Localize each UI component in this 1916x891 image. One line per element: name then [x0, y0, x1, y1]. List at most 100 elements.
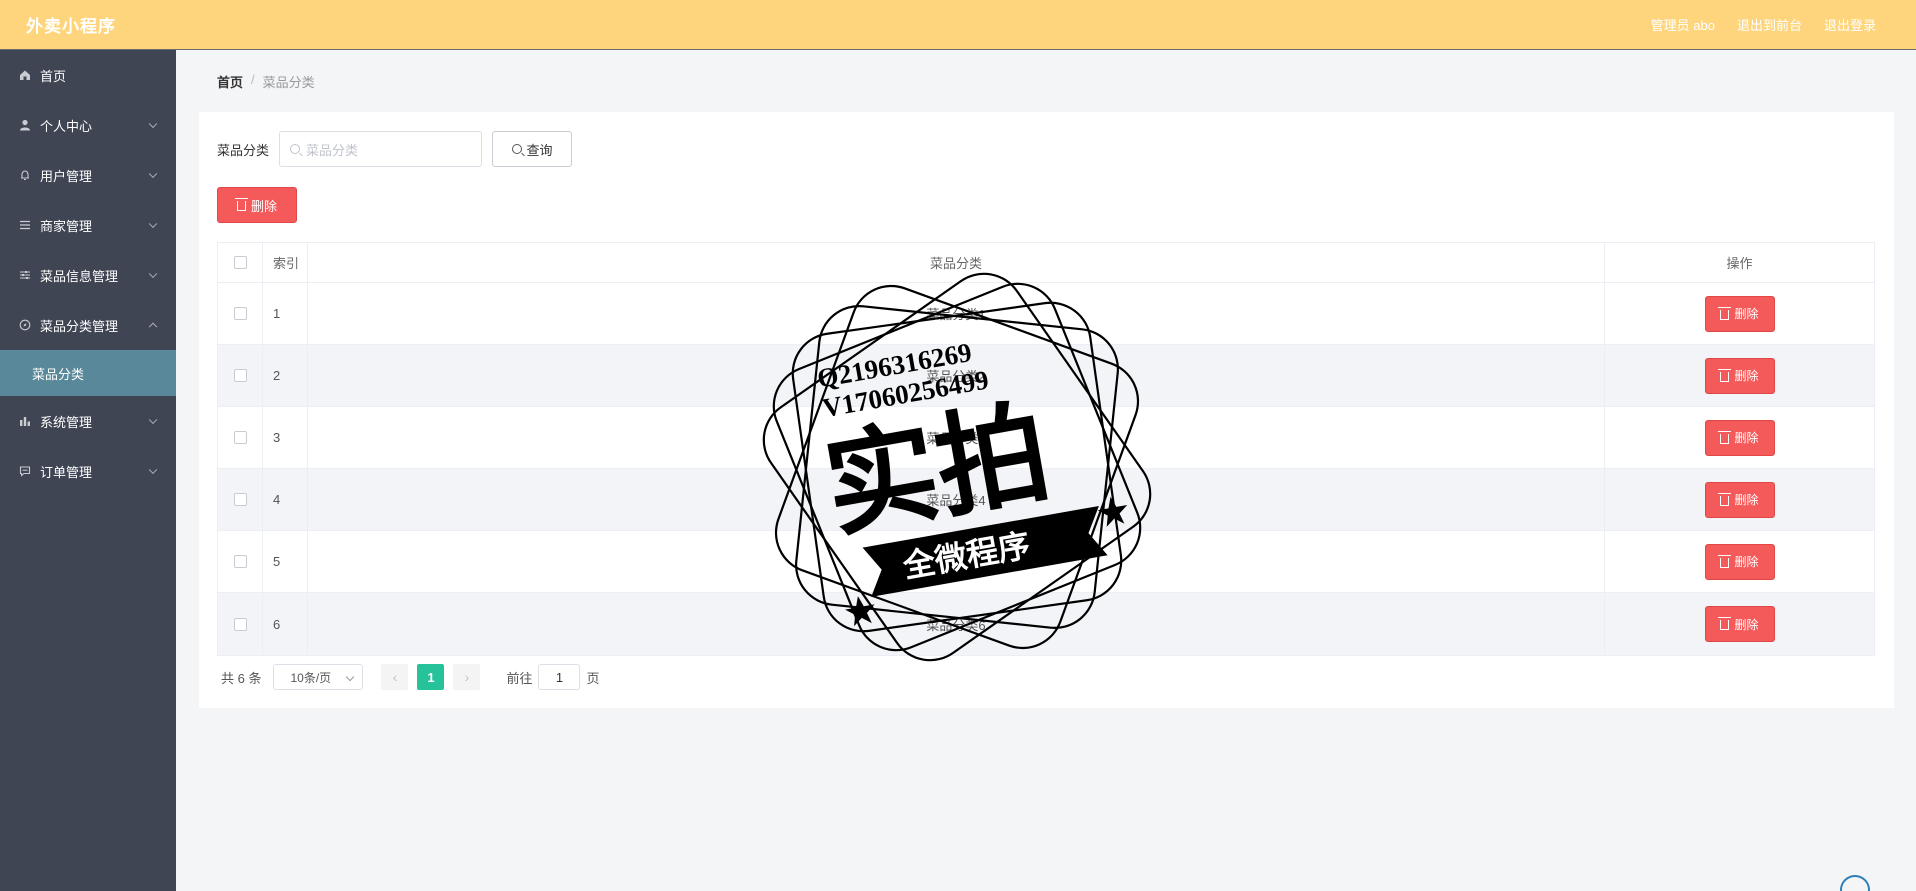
query-button-label: 查询	[526, 142, 553, 158]
search-icon	[290, 144, 301, 154]
row-category-name: 菜品分类3	[308, 407, 1605, 468]
batch-delete-button[interactable]: 删除	[217, 187, 297, 223]
row-index: 5	[263, 531, 308, 592]
row-delete-button[interactable]: 删除	[1704, 481, 1775, 518]
sidebar-item-system[interactable]: 系统管理	[0, 396, 176, 446]
search-label: 菜品分类	[217, 142, 270, 158]
pagination-total: 共 6 条	[221, 670, 262, 686]
breadcrumb: 首页 / 菜品分类	[217, 72, 315, 91]
sidebar-item-label: 订单管理	[40, 464, 93, 480]
sidebar: 首页 个人中心 用户管理 商家管理 菜品信息管理 菜品分类管理 菜品分类 系统管…	[0, 50, 176, 891]
row-category-name: 菜品分类6	[308, 593, 1605, 655]
exit-front-link[interactable]: 退出到前台	[1737, 15, 1802, 34]
row-checkbox[interactable]	[233, 493, 247, 506]
row-delete-label: 删除	[1734, 493, 1759, 507]
row-index: 6	[263, 593, 308, 655]
breadcrumb-home[interactable]: 首页	[217, 72, 243, 91]
chevron-down-icon	[148, 465, 158, 475]
pagination: 共 6 条 10条/页 ‹ 1 › 前往 1 页	[221, 664, 600, 690]
trash-icon	[1718, 617, 1732, 630]
row-delete-button[interactable]: 删除	[1704, 543, 1775, 580]
row-delete-label: 删除	[1734, 431, 1759, 445]
sliders-icon	[18, 268, 32, 282]
chevron-down-icon	[148, 269, 158, 279]
column-header-category: 菜品分类	[308, 243, 1605, 282]
sidebar-item-merchants[interactable]: 商家管理	[0, 200, 176, 250]
bar-chart-icon	[18, 414, 32, 428]
row-category-name: 菜品分类5	[308, 531, 1605, 592]
page-number-active[interactable]: 1	[417, 664, 445, 690]
column-header-actions: 操作	[1726, 256, 1753, 271]
breadcrumb-current: 菜品分类	[262, 75, 315, 90]
page-suffix: 页	[586, 670, 600, 686]
compass-icon	[18, 318, 32, 332]
row-delete-button[interactable]: 删除	[1704, 295, 1775, 332]
row-delete-label: 删除	[1734, 369, 1759, 383]
row-category-name: 菜品分类2	[308, 345, 1605, 406]
prev-page-button[interactable]: ‹	[381, 664, 409, 690]
bell-icon	[18, 168, 32, 182]
row-delete-button[interactable]: 删除	[1704, 357, 1775, 394]
row-delete-label: 删除	[1734, 555, 1759, 569]
sidebar-subitem-dish-category[interactable]: 菜品分类	[0, 350, 176, 396]
search-form: 菜品分类 菜品分类 查询	[217, 131, 573, 167]
batch-delete-label: 删除	[250, 198, 277, 214]
row-index: 3	[263, 407, 308, 468]
row-delete-button[interactable]: 删除	[1704, 419, 1775, 456]
sidebar-item-label: 商家管理	[40, 218, 93, 234]
sidebar-item-label: 菜品分类管理	[40, 318, 119, 334]
goto-page-input[interactable]: 1	[538, 664, 581, 690]
search-placeholder: 菜品分类	[306, 142, 359, 158]
chevron-up-icon	[148, 322, 158, 332]
sidebar-item-label: 菜品信息管理	[40, 268, 119, 284]
sidebar-item-orders[interactable]: 订单管理	[0, 446, 176, 496]
trash-icon	[1718, 554, 1732, 568]
sidebar-item-users[interactable]: 用户管理	[0, 150, 176, 200]
row-category-name: 菜品分类4	[308, 469, 1605, 530]
table-row: 4 菜品分类4 删除	[218, 469, 1874, 531]
chat-icon	[18, 464, 32, 478]
trash-icon	[1718, 430, 1732, 444]
row-checkbox[interactable]	[233, 555, 247, 568]
column-header-index: 索引	[263, 243, 308, 282]
row-delete-label: 删除	[1734, 617, 1759, 632]
logout-link[interactable]: 退出登录	[1824, 15, 1876, 34]
sidebar-item-dish-info[interactable]: 菜品信息管理	[0, 250, 176, 300]
top-header: 外卖小程序 管理员 abo 退出到前台 退出登录	[0, 0, 1916, 50]
row-index: 1	[263, 283, 308, 344]
search-icon	[511, 144, 522, 154]
row-delete-button[interactable]: 删除	[1704, 606, 1775, 642]
row-checkbox[interactable]	[233, 369, 247, 382]
row-checkbox[interactable]	[233, 307, 247, 320]
admin-label[interactable]: 管理员 abo	[1651, 15, 1715, 34]
trash-icon	[1718, 306, 1732, 320]
category-table: 索引 菜品分类 操作 1 菜品分类1 删除 2 菜品分类2 删除 3 菜品分类3…	[217, 242, 1875, 656]
sidebar-item-label: 系统管理	[40, 414, 93, 430]
row-category-name: 菜品分类1	[308, 283, 1605, 344]
sidebar-item-label: 用户管理	[40, 168, 93, 184]
search-input[interactable]: 菜品分类	[279, 131, 483, 167]
header-actions: 管理员 abo 退出到前台 退出登录	[1651, 15, 1876, 34]
list-icon	[18, 218, 32, 232]
row-index: 4	[263, 469, 308, 530]
sidebar-item-dish-category[interactable]: 菜品分类管理	[0, 300, 176, 350]
content-card: 菜品分类 菜品分类 查询 删除 索引 菜品分类 操作 1 菜品分类1 删除 2	[199, 112, 1894, 708]
table-header: 索引 菜品分类 操作	[218, 243, 1874, 283]
query-button[interactable]: 查询	[492, 131, 573, 167]
sidebar-item-home[interactable]: 首页	[0, 50, 176, 100]
sidebar-subitem-label: 菜品分类	[32, 366, 85, 382]
goto-label: 前往	[506, 670, 533, 686]
trash-icon	[1718, 492, 1732, 506]
chevron-down-icon	[148, 219, 158, 229]
sidebar-item-label: 个人中心	[40, 118, 93, 134]
help-circle-icon[interactable]	[1840, 875, 1870, 891]
page-size-select[interactable]: 10条/页	[273, 664, 364, 690]
select-all-checkbox[interactable]	[233, 256, 247, 269]
next-page-button[interactable]: ›	[453, 664, 481, 690]
row-checkbox[interactable]	[233, 617, 247, 631]
table-row: 6 菜品分类6 删除	[218, 593, 1874, 655]
row-checkbox[interactable]	[233, 431, 247, 444]
row-delete-label: 删除	[1734, 307, 1759, 321]
sidebar-item-personal[interactable]: 个人中心	[0, 100, 176, 150]
row-index: 2	[263, 345, 308, 406]
